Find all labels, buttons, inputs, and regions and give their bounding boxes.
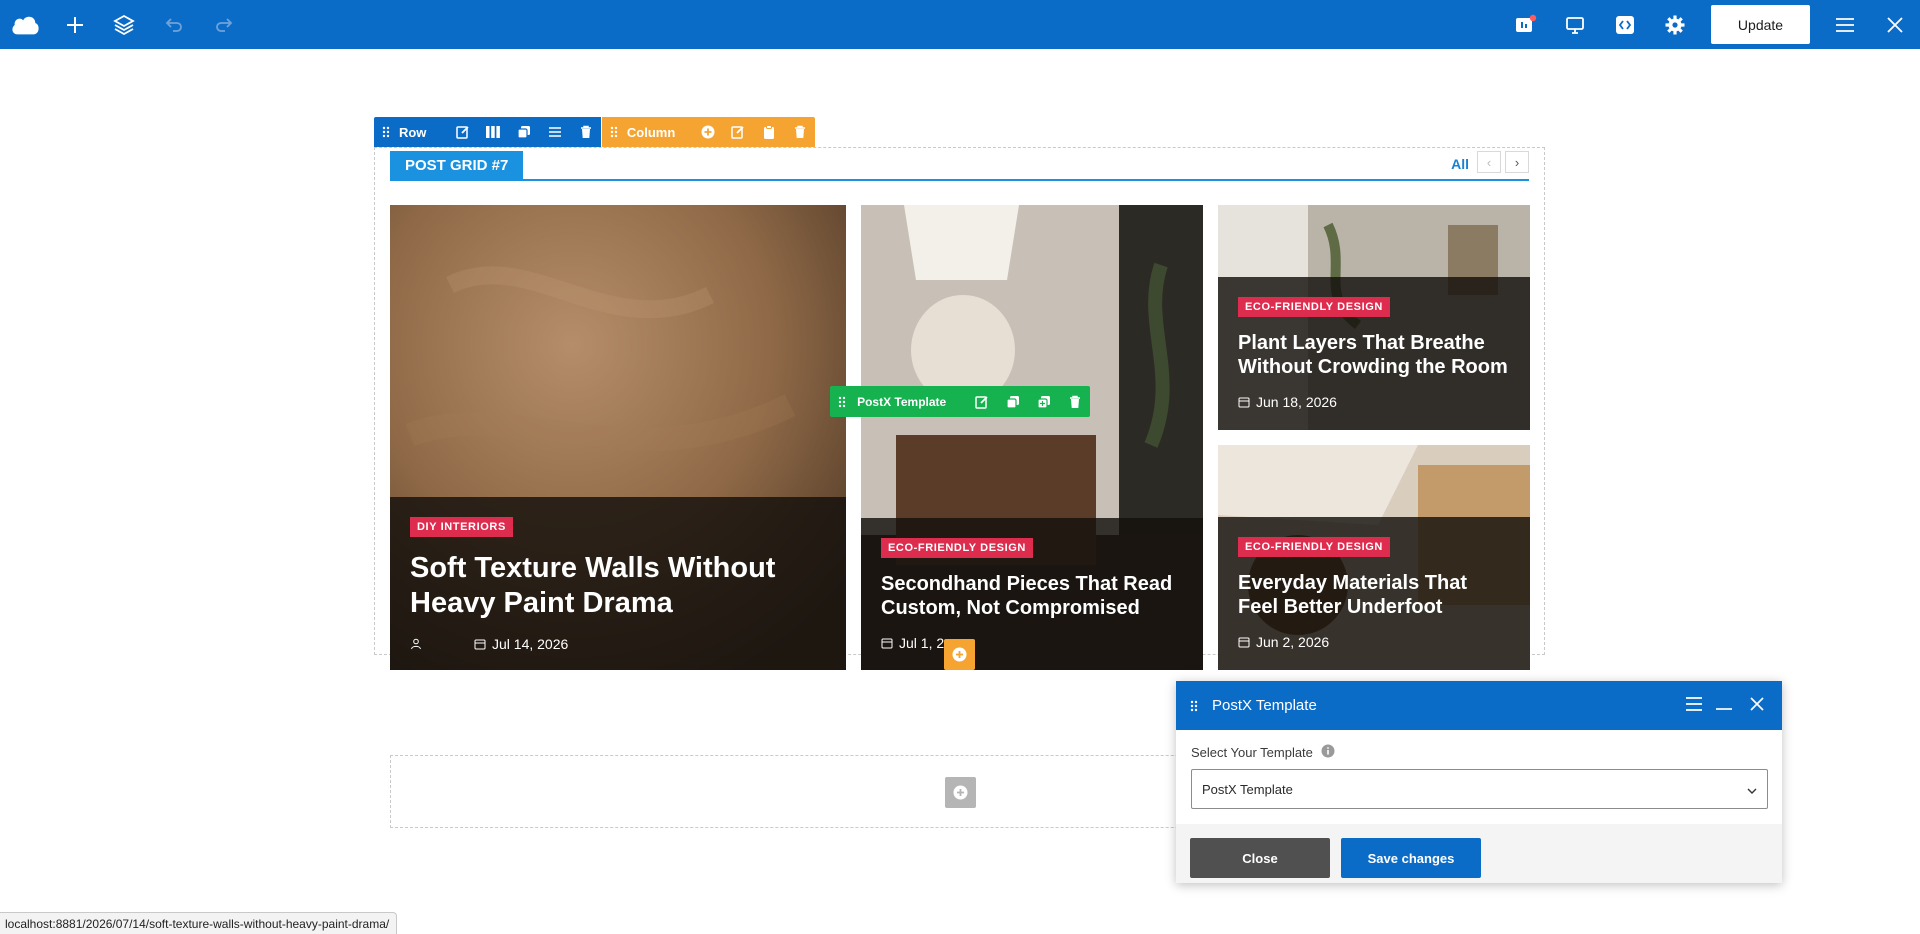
calendar-icon: [881, 637, 893, 649]
row-duplicate-icon[interactable]: [509, 117, 540, 147]
row-label: Row: [398, 124, 427, 140]
post-category-badge[interactable]: ECO-FRIENDLY DESIGN: [1238, 297, 1390, 317]
post-meta: Jun 18, 2026: [1238, 394, 1510, 410]
post-card-overlay: DIY INTERIORS Soft Texture Walls Without…: [390, 497, 846, 670]
code-icon[interactable]: [1612, 12, 1638, 38]
panel-menu-icon[interactable]: [1684, 695, 1704, 717]
column-toolbar: Column: [602, 117, 815, 147]
template-select-value: PostX Template: [1202, 781, 1293, 797]
column-edit-icon[interactable]: [723, 117, 754, 147]
panel-title: PostX Template: [1212, 697, 1317, 714]
column-add-icon[interactable]: [692, 117, 723, 147]
post-title[interactable]: Plant Layers That Breathe Without Crowdi…: [1238, 331, 1510, 380]
panel-close-icon[interactable]: [1748, 695, 1766, 717]
next-page-button[interactable]: ›: [1505, 151, 1529, 173]
post-category-badge[interactable]: DIY INTERIORS: [410, 517, 513, 537]
info-icon[interactable]: [1321, 744, 1335, 761]
postx-edit-icon[interactable]: [967, 387, 998, 417]
post-card[interactable]: DIY INTERIORS Soft Texture Walls Without…: [390, 205, 846, 670]
panel-drag-handle-icon[interactable]: [1176, 700, 1212, 712]
post-date: Jun 2, 2026: [1256, 633, 1330, 650]
close-icon[interactable]: [1882, 12, 1908, 38]
post-grid-heading: POST GRID #7 All ‹ ›: [390, 151, 1529, 181]
calendar-icon: [1238, 636, 1250, 648]
column-paste-icon[interactable]: [754, 117, 785, 147]
post-date: Jul 1, 2: [899, 634, 945, 651]
calendar-icon: [474, 638, 486, 650]
row-drag-handle-icon[interactable]: [374, 126, 399, 138]
post-card-overlay: ECO-FRIENDLY DESIGN Everyday Materials T…: [1218, 517, 1530, 670]
panel-header[interactable]: PostX Template: [1176, 681, 1782, 730]
postx-copy-icon[interactable]: [998, 387, 1029, 417]
template-label-text: Select Your Template: [1191, 745, 1313, 760]
chevron-down-icon: [1747, 782, 1757, 797]
cloud-logo-icon[interactable]: [10, 10, 40, 40]
column-label: Column: [626, 124, 676, 140]
panel-body: Select Your Template PostX Template: [1176, 730, 1782, 824]
add-module-button[interactable]: [944, 639, 975, 670]
builder-topbar: Update: [0, 0, 1920, 49]
notification-icon[interactable]: [1512, 12, 1538, 38]
author-icon: [410, 638, 422, 650]
menu-icon[interactable]: [1832, 12, 1858, 38]
post-meta: Jun 2, 2026: [1238, 634, 1510, 650]
post-card-overlay: ECO-FRIENDLY DESIGN Secondhand Pieces Th…: [861, 518, 1203, 670]
row-columns-icon[interactable]: [478, 117, 509, 147]
postx-template-toolbar: PostX Template: [830, 386, 1090, 417]
post-card[interactable]: ECO-FRIENDLY DESIGN Plant Layers That Br…: [1218, 205, 1530, 430]
row-toolbar: Row: [374, 117, 601, 147]
panel-minimize-icon[interactable]: [1714, 695, 1734, 717]
redo-icon[interactable]: [211, 12, 237, 38]
all-posts-link[interactable]: All: [1451, 156, 1469, 172]
close-button[interactable]: Close: [1190, 838, 1330, 878]
column-drag-handle-icon[interactable]: [602, 126, 627, 138]
post-title[interactable]: Everyday Materials That Feel Better Unde…: [1238, 571, 1510, 620]
layers-icon[interactable]: [111, 12, 137, 38]
postx-template-label: PostX Template: [857, 394, 947, 409]
row-edit-icon[interactable]: [447, 117, 478, 147]
save-changes-button[interactable]: Save changes: [1341, 838, 1481, 878]
panel-footer: Close Save changes: [1176, 824, 1782, 892]
post-card[interactable]: ECO-FRIENDLY DESIGN Secondhand Pieces Th…: [861, 205, 1203, 670]
post-title[interactable]: Soft Texture Walls Without Heavy Paint D…: [410, 551, 826, 622]
post-category-badge[interactable]: ECO-FRIENDLY DESIGN: [881, 538, 1033, 558]
plus-icon[interactable]: [62, 12, 88, 38]
status-bar-url: localhost:8881/2026/07/14/soft-texture-w…: [0, 912, 398, 934]
undo-icon[interactable]: [161, 12, 187, 38]
prev-page-button[interactable]: ‹: [1477, 151, 1501, 173]
add-row-button[interactable]: [945, 777, 976, 808]
postx-template-panel: PostX Template Select Your Template Post…: [1176, 681, 1782, 883]
column-delete-icon[interactable]: [784, 117, 815, 147]
post-meta: Jul 14, 2026: [410, 636, 826, 652]
desktop-icon[interactable]: [1562, 12, 1588, 38]
template-select[interactable]: PostX Template: [1191, 769, 1768, 809]
template-field-label: Select Your Template: [1191, 744, 1768, 761]
post-meta: Jul 1, 2: [881, 635, 1183, 651]
post-card-overlay: ECO-FRIENDLY DESIGN Plant Layers That Br…: [1218, 277, 1530, 430]
post-grid-title: POST GRID #7: [390, 151, 524, 179]
update-button[interactable]: Update: [1711, 5, 1810, 44]
row-settings-icon[interactable]: [540, 117, 571, 147]
postx-delete-icon[interactable]: [1059, 387, 1090, 417]
post-title[interactable]: Secondhand Pieces That Read Custom, Not …: [881, 572, 1183, 621]
calendar-icon: [1238, 396, 1250, 408]
postx-duplicate-icon[interactable]: [1029, 387, 1060, 417]
row-delete-icon[interactable]: [570, 117, 601, 147]
postx-drag-handle-icon[interactable]: [830, 396, 853, 408]
post-date: Jun 18, 2026: [1256, 393, 1337, 410]
post-card[interactable]: ECO-FRIENDLY DESIGN Everyday Materials T…: [1218, 445, 1530, 670]
gear-icon[interactable]: [1662, 12, 1688, 38]
post-category-badge[interactable]: ECO-FRIENDLY DESIGN: [1238, 537, 1390, 557]
post-date: Jul 14, 2026: [492, 635, 569, 652]
